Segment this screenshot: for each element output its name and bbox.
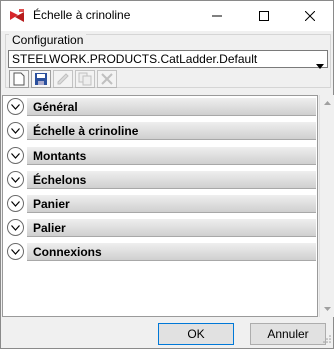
configuration-select[interactable]: STEELWORK.PRODUCTS.CatLadder.Default	[8, 50, 328, 69]
scroll-down-icon[interactable]	[322, 303, 333, 315]
configuration-toolbar	[9, 70, 117, 90]
minimize-icon	[212, 15, 222, 17]
resize-grip-icon[interactable]	[323, 332, 331, 346]
sections-list: Général Échelle à crinoline Montants Éch…	[2, 95, 318, 317]
app-icon	[9, 8, 25, 24]
dialog-window: Échelle à crinoline Configuration STEELW…	[0, 0, 334, 349]
chevron-down-icon[interactable]	[7, 243, 24, 260]
chevron-down-icon[interactable]	[7, 171, 24, 188]
section-header-bar	[27, 195, 316, 213]
section-label: Palier	[33, 221, 66, 235]
section-echelons[interactable]: Échelons	[5, 170, 317, 190]
new-button[interactable]	[9, 70, 29, 88]
save-icon	[35, 73, 47, 85]
section-label: Panier	[33, 197, 70, 211]
section-palier[interactable]: Palier	[5, 218, 317, 238]
section-label: Échelons	[33, 173, 87, 187]
section-montants[interactable]: Montants	[5, 146, 317, 166]
chevron-down-icon[interactable]	[7, 219, 24, 236]
vertical-scrollbar[interactable]	[319, 95, 334, 317]
chevron-down-icon[interactable]	[7, 195, 24, 212]
cancel-button[interactable]: Annuler	[250, 323, 326, 345]
edit-icon	[57, 73, 69, 85]
close-button[interactable]	[287, 1, 333, 31]
window-title: Échelle à crinoline	[33, 8, 131, 22]
maximize-icon	[259, 11, 269, 21]
section-label: Connexions	[33, 245, 102, 259]
section-panier[interactable]: Panier	[5, 194, 317, 214]
chevron-down-icon[interactable]	[7, 98, 24, 115]
configuration-label: Configuration	[9, 34, 87, 46]
minimize-button[interactable]	[194, 1, 240, 31]
copy-button[interactable]	[75, 70, 95, 88]
ok-button[interactable]: OK	[158, 323, 234, 345]
section-echelle-a-crinoline[interactable]: Échelle à crinoline	[5, 121, 317, 141]
new-icon	[13, 72, 25, 86]
delete-button[interactable]	[97, 70, 117, 88]
section-label: Échelle à crinoline	[33, 124, 139, 138]
chevron-down-icon[interactable]	[7, 147, 24, 164]
save-button[interactable]	[31, 70, 51, 88]
section-general[interactable]: Général	[5, 97, 317, 117]
configuration-value: STEELWORK.PRODUCTS.CatLadder.Default	[12, 52, 258, 66]
maximize-button[interactable]	[241, 1, 287, 31]
scroll-up-icon[interactable]	[322, 97, 333, 109]
title-bar[interactable]: Échelle à crinoline	[1, 1, 333, 31]
section-header-bar	[27, 219, 316, 237]
chevron-down-icon[interactable]	[7, 122, 24, 139]
section-label: Général	[33, 100, 78, 114]
copy-icon	[78, 72, 92, 86]
section-connexions[interactable]: Connexions	[5, 242, 317, 262]
close-icon	[305, 11, 315, 21]
delete-icon	[101, 73, 113, 85]
chevron-down-icon	[316, 57, 324, 73]
section-label: Montants	[33, 149, 87, 163]
edit-button[interactable]	[53, 70, 73, 88]
